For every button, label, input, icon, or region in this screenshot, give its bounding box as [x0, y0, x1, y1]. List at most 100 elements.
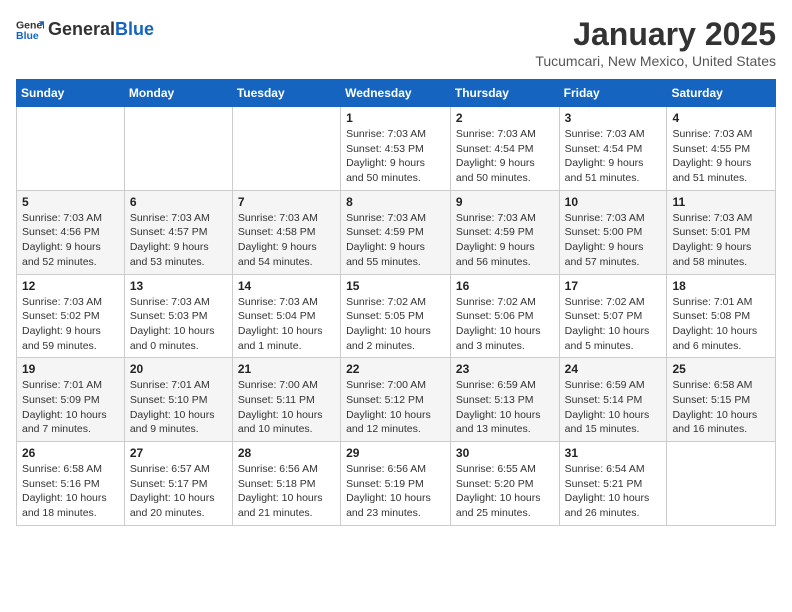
day-info: Sunrise: 7:02 AM Sunset: 5:05 PM Dayligh…: [346, 295, 445, 354]
day-info: Sunrise: 7:01 AM Sunset: 5:09 PM Dayligh…: [22, 378, 119, 437]
calendar-cell: 28 Sunrise: 6:56 AM Sunset: 5:18 PM Dayli…: [232, 442, 340, 526]
logo: General Blue General Blue: [16, 16, 154, 44]
day-header-monday: Monday: [124, 80, 232, 107]
calendar-cell: [124, 107, 232, 191]
logo-icon: General Blue: [16, 16, 44, 44]
calendar-cell: 23 Sunrise: 6:59 AM Sunset: 5:13 PM Dayli…: [450, 358, 559, 442]
calendar-cell: 9 Sunrise: 7:03 AM Sunset: 4:59 PM Daylig…: [450, 190, 559, 274]
calendar-cell: 20Sunrise: 7:01 AM Sunset: 5:10 PM Dayli…: [124, 358, 232, 442]
day-info: Sunrise: 6:56 AM Sunset: 5:19 PM Dayligh…: [346, 462, 445, 521]
calendar-cell: 18Sunrise: 7:01 AM Sunset: 5:08 PM Dayli…: [667, 274, 776, 358]
calendar-cell: 13 Sunrise: 7:03 AM Sunset: 5:03 PM Dayli…: [124, 274, 232, 358]
day-number: 21: [238, 362, 335, 376]
calendar-subtitle: Tucumcari, New Mexico, United States: [535, 53, 776, 69]
day-info: Sunrise: 6:56 AM Sunset: 5:18 PM Dayligh…: [238, 462, 335, 521]
day-header-tuesday: Tuesday: [232, 80, 340, 107]
calendar-cell: 14Sunrise: 7:03 AM Sunset: 5:04 PM Dayli…: [232, 274, 340, 358]
day-number: 20: [130, 362, 227, 376]
day-info: Sunrise: 7:03 AM Sunset: 5:03 PM Dayligh…: [130, 295, 227, 354]
day-info: Sunrise: 7:03 AM Sunset: 4:59 PM Dayligh…: [346, 211, 445, 270]
calendar-cell: 24 Sunrise: 6:59 AM Sunset: 5:14 PM Dayli…: [559, 358, 667, 442]
day-number: 26: [22, 446, 119, 460]
calendar-cell: 16 Sunrise: 7:02 AM Sunset: 5:06 PM Dayli…: [450, 274, 559, 358]
calendar-cell: 26 Sunrise: 6:58 AM Sunset: 5:16 PM Dayli…: [17, 442, 125, 526]
calendar-cell: 8Sunrise: 7:03 AM Sunset: 4:59 PM Daylig…: [341, 190, 451, 274]
day-number: 13: [130, 279, 227, 293]
day-info: Sunrise: 7:00 AM Sunset: 5:12 PM Dayligh…: [346, 378, 445, 437]
calendar-cell: 11Sunrise: 7:03 AM Sunset: 5:01 PM Dayli…: [667, 190, 776, 274]
calendar-cell: 30 Sunrise: 6:55 AM Sunset: 5:20 PM Dayli…: [450, 442, 559, 526]
day-number: 23: [456, 362, 554, 376]
day-number: 3: [565, 111, 662, 125]
day-info: Sunrise: 7:03 AM Sunset: 4:58 PM Dayligh…: [238, 211, 335, 270]
calendar-week-4: 19 Sunrise: 7:01 AM Sunset: 5:09 PM Dayli…: [17, 358, 776, 442]
day-info: Sunrise: 7:03 AM Sunset: 4:56 PM Dayligh…: [22, 211, 119, 270]
calendar-cell: 10 Sunrise: 7:03 AM Sunset: 5:00 PM Dayli…: [559, 190, 667, 274]
day-number: 17: [565, 279, 662, 293]
day-info: Sunrise: 6:59 AM Sunset: 5:14 PM Dayligh…: [565, 378, 662, 437]
day-number: 30: [456, 446, 554, 460]
day-number: 16: [456, 279, 554, 293]
day-info: Sunrise: 7:00 AM Sunset: 5:11 PM Dayligh…: [238, 378, 335, 437]
calendar-cell: 17 Sunrise: 7:02 AM Sunset: 5:07 PM Dayli…: [559, 274, 667, 358]
day-number: 18: [672, 279, 770, 293]
day-header-thursday: Thursday: [450, 80, 559, 107]
day-number: 2: [456, 111, 554, 125]
calendar-cell: 29 Sunrise: 6:56 AM Sunset: 5:19 PM Dayli…: [341, 442, 451, 526]
calendar-header-row: SundayMondayTuesdayWednesdayThursdayFrid…: [17, 80, 776, 107]
page-header: General Blue General Blue January 2025 Tu…: [16, 16, 776, 69]
calendar-week-5: 26 Sunrise: 6:58 AM Sunset: 5:16 PM Dayli…: [17, 442, 776, 526]
calendar-cell: 7 Sunrise: 7:03 AM Sunset: 4:58 PM Daylig…: [232, 190, 340, 274]
day-number: 19: [22, 362, 119, 376]
calendar-cell: 31 Sunrise: 6:54 AM Sunset: 5:21 PM Dayli…: [559, 442, 667, 526]
day-header-friday: Friday: [559, 80, 667, 107]
day-number: 27: [130, 446, 227, 460]
day-info: Sunrise: 6:59 AM Sunset: 5:13 PM Dayligh…: [456, 378, 554, 437]
calendar-cell: 5 Sunrise: 7:03 AM Sunset: 4:56 PM Daylig…: [17, 190, 125, 274]
calendar-cell: [232, 107, 340, 191]
calendar-cell: 15 Sunrise: 7:02 AM Sunset: 5:05 PM Dayli…: [341, 274, 451, 358]
day-info: Sunrise: 7:03 AM Sunset: 4:54 PM Dayligh…: [565, 127, 662, 186]
day-number: 15: [346, 279, 445, 293]
svg-text:Blue: Blue: [16, 30, 39, 42]
day-info: Sunrise: 6:58 AM Sunset: 5:16 PM Dayligh…: [22, 462, 119, 521]
day-number: 9: [456, 195, 554, 209]
calendar-week-2: 5 Sunrise: 7:03 AM Sunset: 4:56 PM Daylig…: [17, 190, 776, 274]
calendar-cell: 21 Sunrise: 7:00 AM Sunset: 5:11 PM Dayli…: [232, 358, 340, 442]
day-info: Sunrise: 7:03 AM Sunset: 5:00 PM Dayligh…: [565, 211, 662, 270]
calendar-cell: [667, 442, 776, 526]
day-info: Sunrise: 6:55 AM Sunset: 5:20 PM Dayligh…: [456, 462, 554, 521]
day-info: Sunrise: 6:54 AM Sunset: 5:21 PM Dayligh…: [565, 462, 662, 521]
day-number: 29: [346, 446, 445, 460]
day-header-saturday: Saturday: [667, 80, 776, 107]
day-number: 22: [346, 362, 445, 376]
calendar-cell: 6Sunrise: 7:03 AM Sunset: 4:57 PM Daylig…: [124, 190, 232, 274]
calendar-cell: 2Sunrise: 7:03 AM Sunset: 4:54 PM Daylig…: [450, 107, 559, 191]
day-number: 5: [22, 195, 119, 209]
day-number: 7: [238, 195, 335, 209]
day-info: Sunrise: 7:03 AM Sunset: 4:59 PM Dayligh…: [456, 211, 554, 270]
day-info: Sunrise: 7:03 AM Sunset: 4:53 PM Dayligh…: [346, 127, 445, 186]
day-number: 24: [565, 362, 662, 376]
calendar-table: SundayMondayTuesdayWednesdayThursdayFrid…: [16, 79, 776, 526]
calendar-week-3: 12Sunrise: 7:03 AM Sunset: 5:02 PM Dayli…: [17, 274, 776, 358]
day-number: 10: [565, 195, 662, 209]
day-info: Sunrise: 7:03 AM Sunset: 5:01 PM Dayligh…: [672, 211, 770, 270]
day-info: Sunrise: 7:02 AM Sunset: 5:07 PM Dayligh…: [565, 295, 662, 354]
day-number: 12: [22, 279, 119, 293]
calendar-body: 1 Sunrise: 7:03 AM Sunset: 4:53 PM Daylig…: [17, 107, 776, 526]
day-number: 28: [238, 446, 335, 460]
day-header-wednesday: Wednesday: [341, 80, 451, 107]
logo-general-text: General: [48, 19, 115, 39]
day-info: Sunrise: 6:57 AM Sunset: 5:17 PM Dayligh…: [130, 462, 227, 521]
day-info: Sunrise: 7:02 AM Sunset: 5:06 PM Dayligh…: [456, 295, 554, 354]
day-number: 31: [565, 446, 662, 460]
title-block: January 2025 Tucumcari, New Mexico, Unit…: [535, 16, 776, 69]
day-number: 1: [346, 111, 445, 125]
day-info: Sunrise: 6:58 AM Sunset: 5:15 PM Dayligh…: [672, 378, 770, 437]
calendar-cell: 22 Sunrise: 7:00 AM Sunset: 5:12 PM Dayli…: [341, 358, 451, 442]
calendar-cell: 3 Sunrise: 7:03 AM Sunset: 4:54 PM Daylig…: [559, 107, 667, 191]
calendar-title: January 2025: [535, 16, 776, 53]
calendar-week-1: 1 Sunrise: 7:03 AM Sunset: 4:53 PM Daylig…: [17, 107, 776, 191]
day-number: 4: [672, 111, 770, 125]
